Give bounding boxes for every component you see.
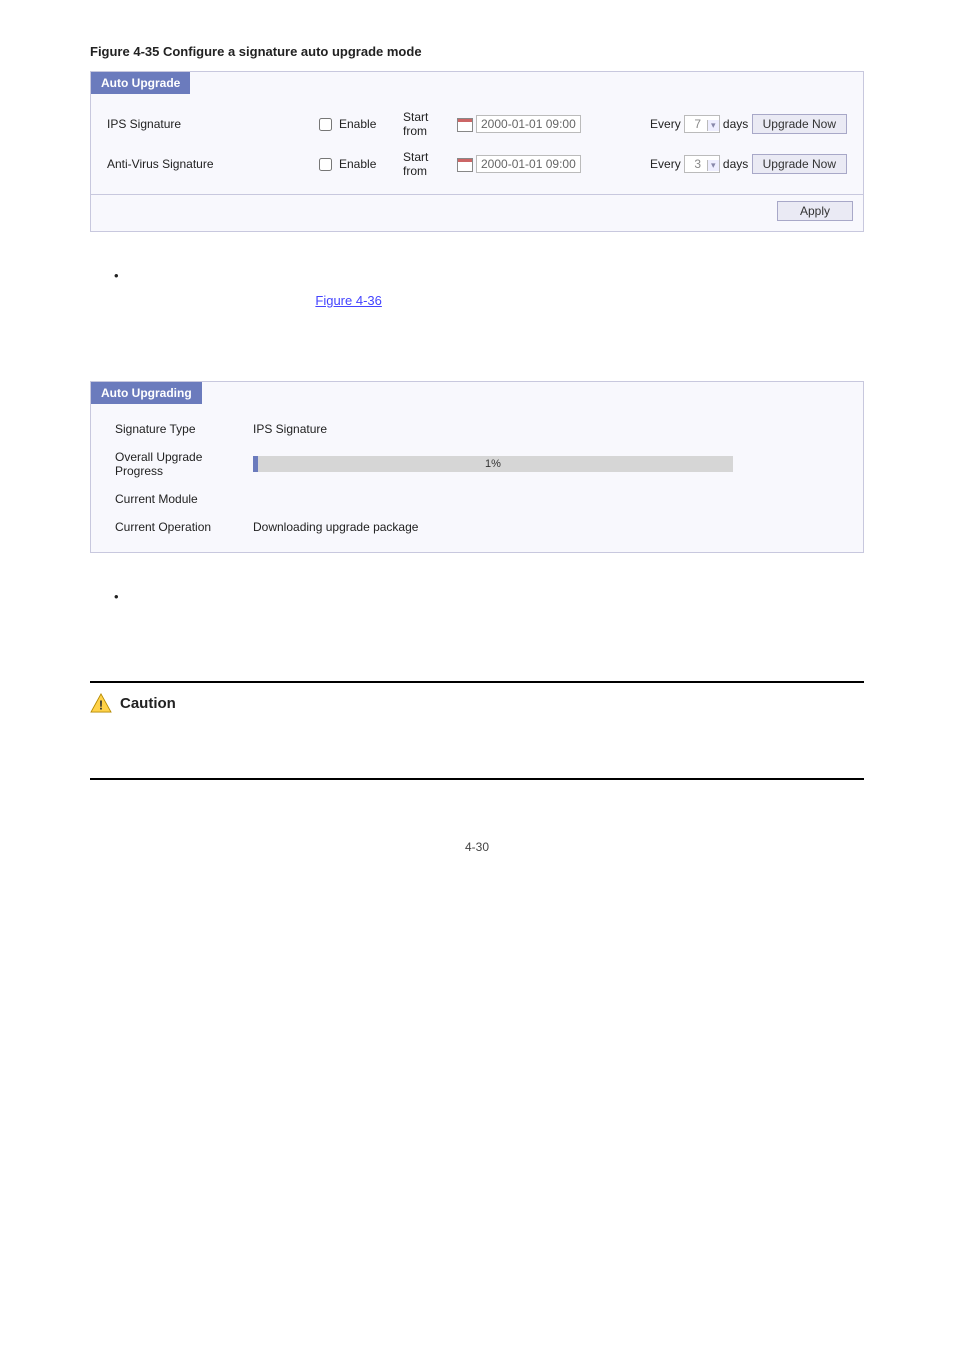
figure-4-36-link[interactable]: Figure 4-36	[315, 293, 381, 308]
av-enable-checkbox[interactable]: Enable	[315, 155, 376, 174]
ips-enable-checkbox[interactable]: Enable	[315, 115, 376, 134]
ips-every-suffix: days	[723, 117, 748, 131]
caution-block: ! Caution If you specify a past time as …	[90, 681, 864, 779]
av-signature-row: Anti-Virus Signature Enable Start from 2…	[103, 144, 851, 184]
av-every-value: 3	[685, 156, 707, 172]
caution-label: Caution	[120, 695, 176, 712]
signature-type-value: IPS Signature	[245, 416, 741, 442]
bullet-icon: •	[114, 589, 134, 633]
ips-enable-label: Enable	[339, 117, 376, 131]
warning-icon: !	[90, 693, 112, 713]
bullet2-text: Select the Enable check box of an upgrad…	[134, 589, 864, 633]
ips-label: IPS Signature	[103, 104, 311, 144]
svg-text:!: !	[99, 698, 103, 713]
auto-upgrading-panel: Auto Upgrading Signature Type IPS Signat…	[90, 381, 864, 553]
bullet-enable-checkbox: • Select the Enable check box of an upgr…	[114, 589, 864, 633]
progress-bar-percent: 1%	[253, 456, 733, 472]
ips-enable-input[interactable]	[319, 118, 332, 131]
current-module-value	[245, 486, 741, 512]
divider	[90, 681, 864, 683]
ips-upgrade-now-button[interactable]: Upgrade Now	[752, 114, 847, 134]
calendar-icon[interactable]	[457, 118, 473, 132]
av-every-select[interactable]: 3▾	[684, 155, 720, 173]
signature-type-label: Signature Type	[107, 416, 243, 442]
ips-datetime-input[interactable]: 2000-01-01 09:00	[476, 115, 581, 133]
apply-button[interactable]: Apply	[777, 201, 853, 221]
av-label: Anti-Virus Signature	[103, 144, 311, 184]
divider	[90, 778, 864, 780]
av-start-from-label: Start from	[399, 144, 453, 184]
auto-upgrading-tab[interactable]: Auto Upgrading	[91, 382, 202, 404]
av-enable-input[interactable]	[319, 158, 332, 171]
ips-every-select[interactable]: 7▾	[684, 115, 720, 133]
chevron-down-icon: ▾	[707, 120, 719, 131]
caution-body: If you specify a past time as the start …	[90, 723, 864, 767]
figure35-caption: Figure 4-35 Configure a signature auto u…	[90, 44, 864, 59]
overall-progress-bar: 1%	[253, 456, 733, 472]
ips-every-prefix: Every	[650, 117, 681, 131]
av-every-prefix: Every	[650, 157, 681, 171]
av-every-suffix: days	[723, 157, 748, 171]
ips-every-value: 7	[685, 116, 707, 132]
auto-upgrade-tab[interactable]: Auto Upgrade	[91, 72, 190, 94]
av-upgrade-now-button[interactable]: Upgrade Now	[752, 154, 847, 174]
figure36-caption: Figure 4-36 Auto upgrade progress	[90, 354, 864, 369]
ips-signature-row: IPS Signature Enable Start from 2000-01-…	[103, 104, 851, 144]
overall-progress-label: Overall Upgrade Progress	[107, 444, 243, 484]
av-enable-label: Enable	[339, 157, 376, 171]
ips-start-from-label: Start from	[399, 104, 453, 144]
av-datetime-input[interactable]: 2000-01-01 09:00	[476, 155, 581, 173]
current-operation-value: Downloading upgrade package	[245, 514, 741, 540]
current-module-label: Current Module	[107, 486, 243, 512]
page-number: 4-30	[90, 840, 864, 854]
bullet-upgrade-now: • Click Upgrade Now of an upgrade item t…	[114, 268, 864, 334]
current-operation-label: Current Operation	[107, 514, 243, 540]
calendar-icon[interactable]	[457, 158, 473, 172]
bullet-icon: •	[114, 268, 134, 334]
chevron-down-icon: ▾	[707, 160, 719, 171]
auto-upgrade-panel: Auto Upgrade IPS Signature Enable Start …	[90, 71, 864, 232]
